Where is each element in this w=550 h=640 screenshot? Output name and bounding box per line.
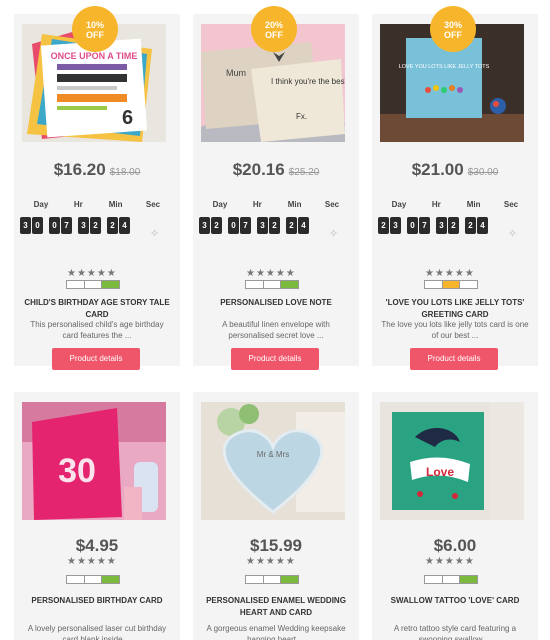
product-card: 30% OFF LOVE YOU LOTS LIKE JELLY TOTS $21… xyxy=(372,6,538,370)
discount-badge: 20% OFF xyxy=(251,6,297,52)
product-title[interactable]: CHILD'S BIRTHDAY AGE STORY TALE CARD xyxy=(18,297,176,321)
price-line: $4.95 xyxy=(14,536,180,556)
rating-stars[interactable]: ★★★★★ xyxy=(67,556,117,567)
product-card: 30 $4.95 ★★★★★ PERSONALISED BIRTHDAY CAR… xyxy=(14,392,180,640)
svg-text:Fx.: Fx. xyxy=(296,112,307,121)
product-title[interactable]: SWALLOW TATTOO 'LOVE' CARD xyxy=(376,595,534,607)
price-line: $16.20 $18.00 xyxy=(14,160,180,180)
old-price: $30.00 xyxy=(467,167,499,178)
price-line: $20.16 $25.20 xyxy=(193,160,359,180)
price-line: $15.99 xyxy=(193,536,359,556)
loading-icon: ✧ xyxy=(329,228,339,240)
product-details-button[interactable]: Product details xyxy=(231,348,319,370)
product-description: A gorgeous enamel Wedding keepsake hangi… xyxy=(206,624,346,640)
svg-text:I think you're the best: I think you're the best xyxy=(271,77,345,86)
product-description: A retro tattoo style card featuring a sw… xyxy=(393,624,517,640)
old-price: $25.20 xyxy=(288,167,320,178)
countdown-labels: Day Hr Min Sec xyxy=(391,200,519,209)
svg-text:Mum: Mum xyxy=(226,68,246,78)
svg-text:Mr & Mrs: Mr & Mrs xyxy=(257,450,289,459)
svg-text:30: 30 xyxy=(58,452,96,490)
product-title[interactable]: PERSONALISED ENAMEL WEDDING HEART AND CA… xyxy=(197,595,355,619)
price: $16.20 xyxy=(53,160,106,179)
product-card: Love $6.00 ★★★★★ SWALLOW TATTOO 'LOVE' C… xyxy=(372,392,538,640)
stock-meter xyxy=(245,575,299,584)
product-card: 10% OFF ONCE UPON A TIME 6 $16.20 $18.00 D… xyxy=(14,6,180,370)
countdown-digits: 23 07 32 24 xyxy=(378,217,528,234)
countdown-labels: Day Hr Min Sec xyxy=(33,200,161,209)
old-price: $18.00 xyxy=(109,167,141,178)
product-image[interactable]: Love xyxy=(380,402,524,520)
product-card: 20% OFF Mum I think you're the best Fx. $… xyxy=(193,6,359,370)
price: $21.00 xyxy=(411,160,464,179)
product-details-button[interactable]: Product details xyxy=(410,348,498,370)
product-card: Mr & Mrs $15.99 ★★★★★ PERSONALISED ENAME… xyxy=(193,392,359,640)
price: $20.16 xyxy=(232,160,285,179)
svg-text:Love: Love xyxy=(426,465,454,479)
price: $6.00 xyxy=(433,536,477,555)
discount-badge: 30% OFF xyxy=(430,6,476,52)
countdown-digits: 32 07 32 24 xyxy=(199,217,349,234)
price-line: $6.00 xyxy=(372,536,538,556)
svg-text:6: 6 xyxy=(122,107,133,129)
price-line: $21.00 $30.00 xyxy=(372,160,538,180)
rating-stars[interactable]: ★★★★★ xyxy=(425,268,475,279)
countdown-digits: 30 07 32 24 xyxy=(20,217,170,234)
loading-icon: ✧ xyxy=(508,228,518,240)
svg-text:ONCE UPON A TIME: ONCE UPON A TIME xyxy=(51,51,138,61)
stock-meter xyxy=(66,280,120,289)
stock-meter xyxy=(66,575,120,584)
product-title[interactable]: PERSONALISED BIRTHDAY CARD xyxy=(18,595,176,607)
price: $15.99 xyxy=(250,536,302,555)
rating-stars[interactable]: ★★★★★ xyxy=(246,268,296,279)
product-image[interactable]: 30 xyxy=(22,402,166,520)
svg-text:LOVE YOU LOTS LIKE JELLY TOTS: LOVE YOU LOTS LIKE JELLY TOTS xyxy=(399,64,490,70)
stock-meter xyxy=(424,280,478,289)
price: $4.95 xyxy=(75,536,119,555)
countdown-labels: Day Hr Min Sec xyxy=(212,200,340,209)
product-title[interactable]: 'LOVE YOU LOTS LIKE JELLY TOTS' GREETING… xyxy=(376,297,534,321)
rating-stars[interactable]: ★★★★★ xyxy=(67,268,117,279)
product-description: A lovely personalised laser cut birthday… xyxy=(27,624,167,640)
product-description: The love you lots like jelly tots card i… xyxy=(381,320,529,340)
product-title[interactable]: PERSONALISED LOVE NOTE xyxy=(197,297,355,309)
discount-badge: 10% OFF xyxy=(72,6,118,52)
product-description: This personalised child's age birthday c… xyxy=(30,320,164,340)
product-image[interactable]: Mr & Mrs xyxy=(201,402,345,520)
stock-meter xyxy=(245,280,299,289)
rating-stars[interactable]: ★★★★★ xyxy=(246,556,296,567)
rating-stars[interactable]: ★★★★★ xyxy=(425,556,475,567)
product-details-button[interactable]: Product details xyxy=(52,348,140,370)
stock-meter xyxy=(424,575,478,584)
product-description: A beautiful linen envelope with personal… xyxy=(222,320,330,340)
loading-icon: ✧ xyxy=(150,228,160,240)
